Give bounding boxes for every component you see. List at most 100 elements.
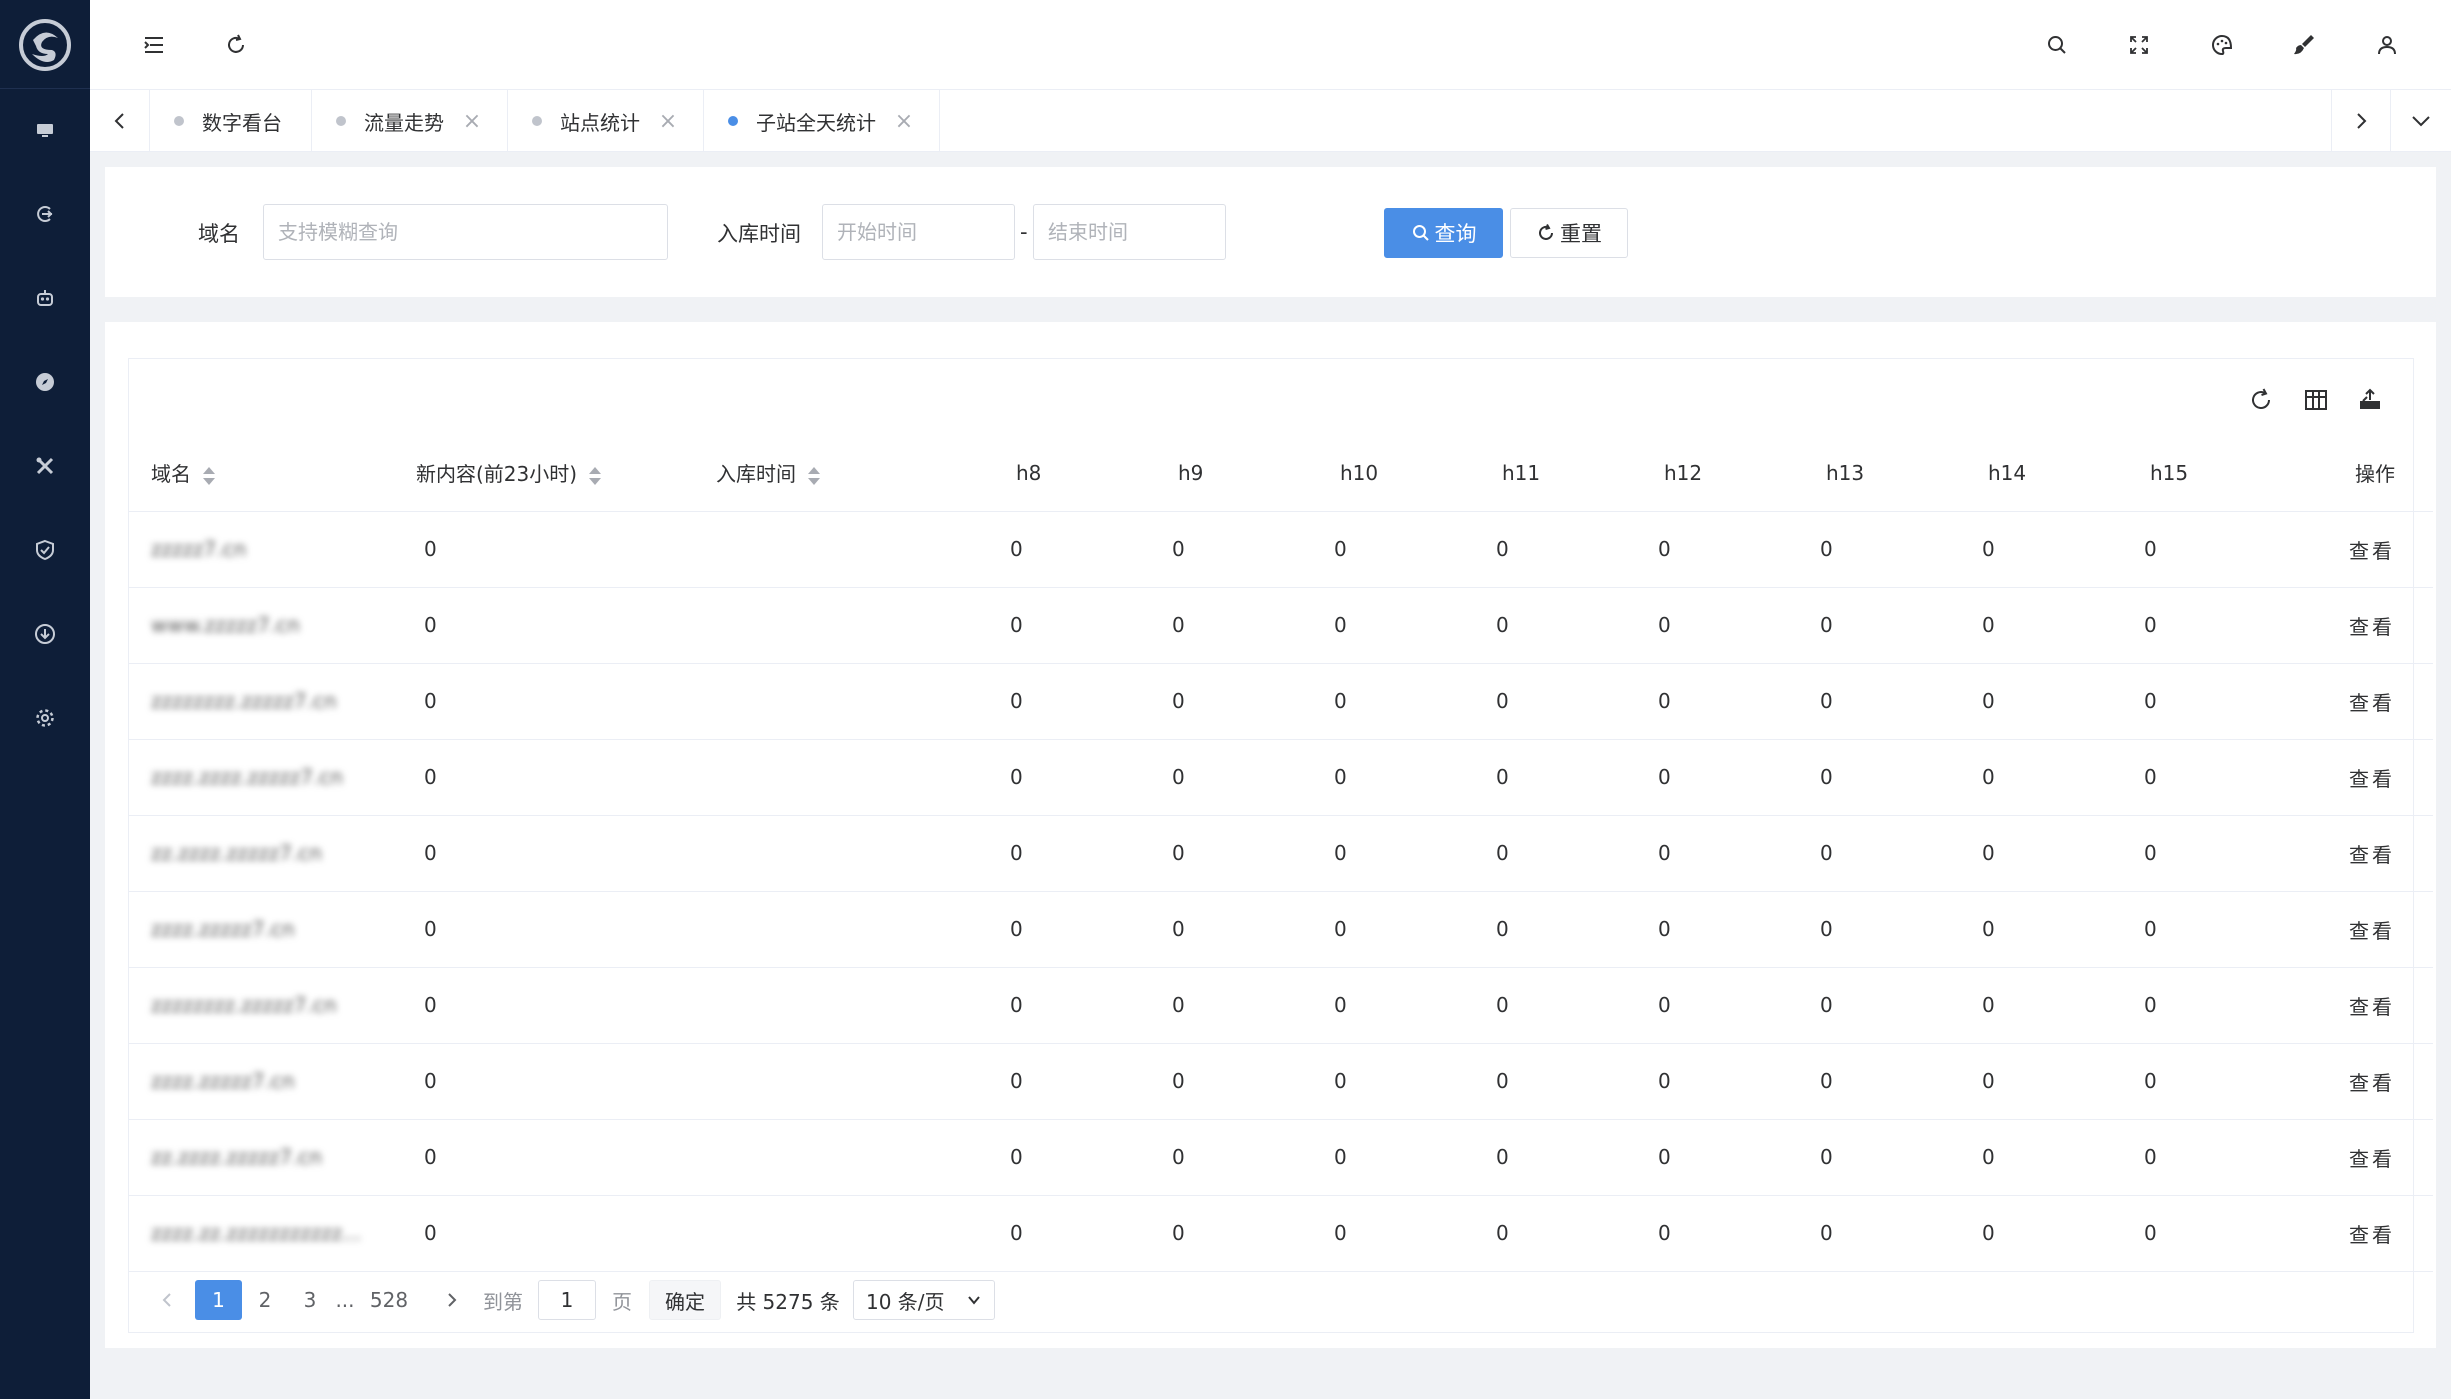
tabs-dropdown-button[interactable]	[2391, 90, 2451, 152]
user-button[interactable]	[2365, 23, 2409, 67]
cell-h10: 0	[1318, 1119, 1480, 1196]
cell-h8: 0	[994, 663, 1156, 740]
cell-domain-text: zz.zzzz.zzzzz7.cn	[151, 841, 322, 865]
view-button-text[interactable]: 查看	[2349, 1223, 2395, 1247]
view-button[interactable]: 查看	[2290, 967, 2433, 1044]
sidebar-item-download[interactable]	[25, 614, 65, 654]
total-count: 共 5275 条	[736, 1289, 840, 1314]
view-button-text[interactable]: 查看	[2349, 539, 2395, 563]
query-button-label: 查询	[1434, 222, 1477, 246]
cell-time	[694, 967, 994, 1044]
view-button-text[interactable]: 查看	[2349, 1071, 2395, 1095]
cell-new-content: 0	[394, 1043, 694, 1120]
cell-h15: 0	[2128, 587, 2290, 664]
goto-page-input[interactable]: 1	[538, 1280, 596, 1320]
page-1[interactable]: 1	[195, 1280, 242, 1320]
view-button-text[interactable]: 查看	[2349, 691, 2395, 715]
sort-icon[interactable]	[808, 466, 820, 486]
login-icon	[37, 206, 53, 222]
cell-h12: 0	[1642, 967, 1804, 1044]
query-button[interactable]: 查询	[1384, 208, 1503, 258]
table-refresh-button[interactable]	[2241, 380, 2281, 420]
prev-page-button[interactable]	[145, 1280, 189, 1320]
tabs-next-button[interactable]	[2331, 90, 2391, 152]
page-last[interactable]: 528	[364, 1280, 414, 1320]
view-button-text[interactable]: 查看	[2349, 843, 2395, 867]
sidebar-item-monitor[interactable]	[25, 110, 65, 150]
page-size-select[interactable]: 10 条/页	[853, 1280, 995, 1320]
view-button-text[interactable]: 查看	[2349, 767, 2395, 791]
close-icon[interactable]: ×	[894, 109, 914, 134]
theme-button[interactable]	[2200, 23, 2244, 67]
view-button[interactable]: 查看	[2290, 891, 2433, 968]
view-button-text[interactable]: 查看	[2349, 1147, 2395, 1171]
cell-domain: zzzz.zzzz.zzzzz7.cn	[129, 739, 394, 816]
view-button[interactable]: 查看	[2290, 1119, 2433, 1196]
cell-h11: 0	[1480, 967, 1642, 1044]
tab-digital-board[interactable]: 数字看台	[150, 90, 312, 152]
sidebar-item-settings[interactable]	[25, 698, 65, 738]
close-icon[interactable]: ×	[462, 109, 482, 134]
tab-site-stats[interactable]: 站点统计 ×	[508, 90, 704, 152]
column-settings-button[interactable]	[2296, 380, 2336, 420]
reset-button[interactable]: 重置	[1510, 208, 1628, 258]
domain-search-input[interactable]	[263, 204, 668, 260]
tab-status-dot	[728, 116, 738, 126]
pagination-ellipsis[interactable]: ...	[330, 1280, 360, 1320]
column-header-h13: h13	[1804, 435, 1966, 512]
confirm-goto-button[interactable]: 确定	[649, 1280, 721, 1320]
tab-traffic-trend[interactable]: 流量走势 ×	[312, 90, 508, 152]
view-button[interactable]: 查看	[2290, 511, 2433, 588]
table-row: zzzz.zz.zzzzzzzzzzz... 0 0 0 0 0 0 0 0 0 查看	[129, 1195, 2433, 1272]
column-header-new-content[interactable]: 新内容(前23小时)	[394, 435, 694, 512]
cell-h12: 0	[1642, 1043, 1804, 1120]
chevron-right-icon	[2357, 113, 2367, 129]
cell-h11: 0	[1480, 587, 1642, 664]
column-header-domain[interactable]: 域名	[129, 435, 394, 512]
sidebar-item-security[interactable]	[25, 530, 65, 570]
view-button-text[interactable]: 查看	[2349, 995, 2395, 1019]
date-range-separator: -	[1020, 220, 1028, 244]
column-header-h10: h10	[1318, 435, 1480, 512]
sort-icon[interactable]	[589, 466, 602, 486]
cell-h8: 0	[994, 1195, 1156, 1272]
start-time-input[interactable]	[822, 204, 1015, 260]
column-header-time[interactable]: 入库时间	[694, 435, 994, 512]
sidebar-item-compass[interactable]	[25, 362, 65, 402]
cell-h13: 0	[1804, 967, 1966, 1044]
sort-icon[interactable]	[203, 466, 215, 486]
refresh-button[interactable]	[214, 23, 258, 67]
cell-h14: 0	[1966, 511, 2128, 588]
cell-domain-text: zzzzzzzz.zzzzz7.cn	[151, 993, 337, 1017]
view-button[interactable]: 查看	[2290, 1043, 2433, 1120]
view-button-text[interactable]: 查看	[2349, 919, 2395, 943]
logo-icon[interactable]	[14, 14, 76, 76]
cell-new-content: 0	[394, 815, 694, 892]
view-button[interactable]: 查看	[2290, 587, 2433, 664]
end-time-input[interactable]	[1033, 204, 1226, 260]
view-button[interactable]: 查看	[2290, 663, 2433, 740]
sidebar-item-robot[interactable]	[25, 278, 65, 318]
cell-h10: 0	[1318, 1043, 1480, 1120]
menu-fold-button[interactable]	[132, 23, 176, 67]
view-button[interactable]: 查看	[2290, 815, 2433, 892]
sidebar-item-tools[interactable]	[25, 446, 65, 486]
view-button[interactable]: 查看	[2290, 739, 2433, 816]
tab-substation-daily-stats[interactable]: 子站全天统计 ×	[704, 90, 940, 152]
page-3[interactable]: 3	[288, 1280, 332, 1320]
view-button-text[interactable]: 查看	[2349, 615, 2395, 639]
close-icon[interactable]: ×	[658, 109, 678, 134]
tabs-prev-button[interactable]	[90, 90, 150, 152]
cell-h15: 0	[2128, 1119, 2290, 1196]
page-2[interactable]: 2	[243, 1280, 287, 1320]
export-button[interactable]	[2350, 380, 2390, 420]
cell-domain-text: zzzz.zzzzz7.cn	[151, 917, 295, 941]
chevron-left-icon	[114, 113, 124, 129]
sidebar-item-login[interactable]	[25, 194, 65, 234]
fullscreen-button[interactable]	[2117, 23, 2161, 67]
clear-cache-button[interactable]	[2282, 23, 2326, 67]
view-button[interactable]: 查看	[2290, 1195, 2433, 1272]
robot-icon	[37, 290, 53, 306]
next-page-button[interactable]	[430, 1280, 474, 1320]
search-button[interactable]	[2035, 23, 2079, 67]
